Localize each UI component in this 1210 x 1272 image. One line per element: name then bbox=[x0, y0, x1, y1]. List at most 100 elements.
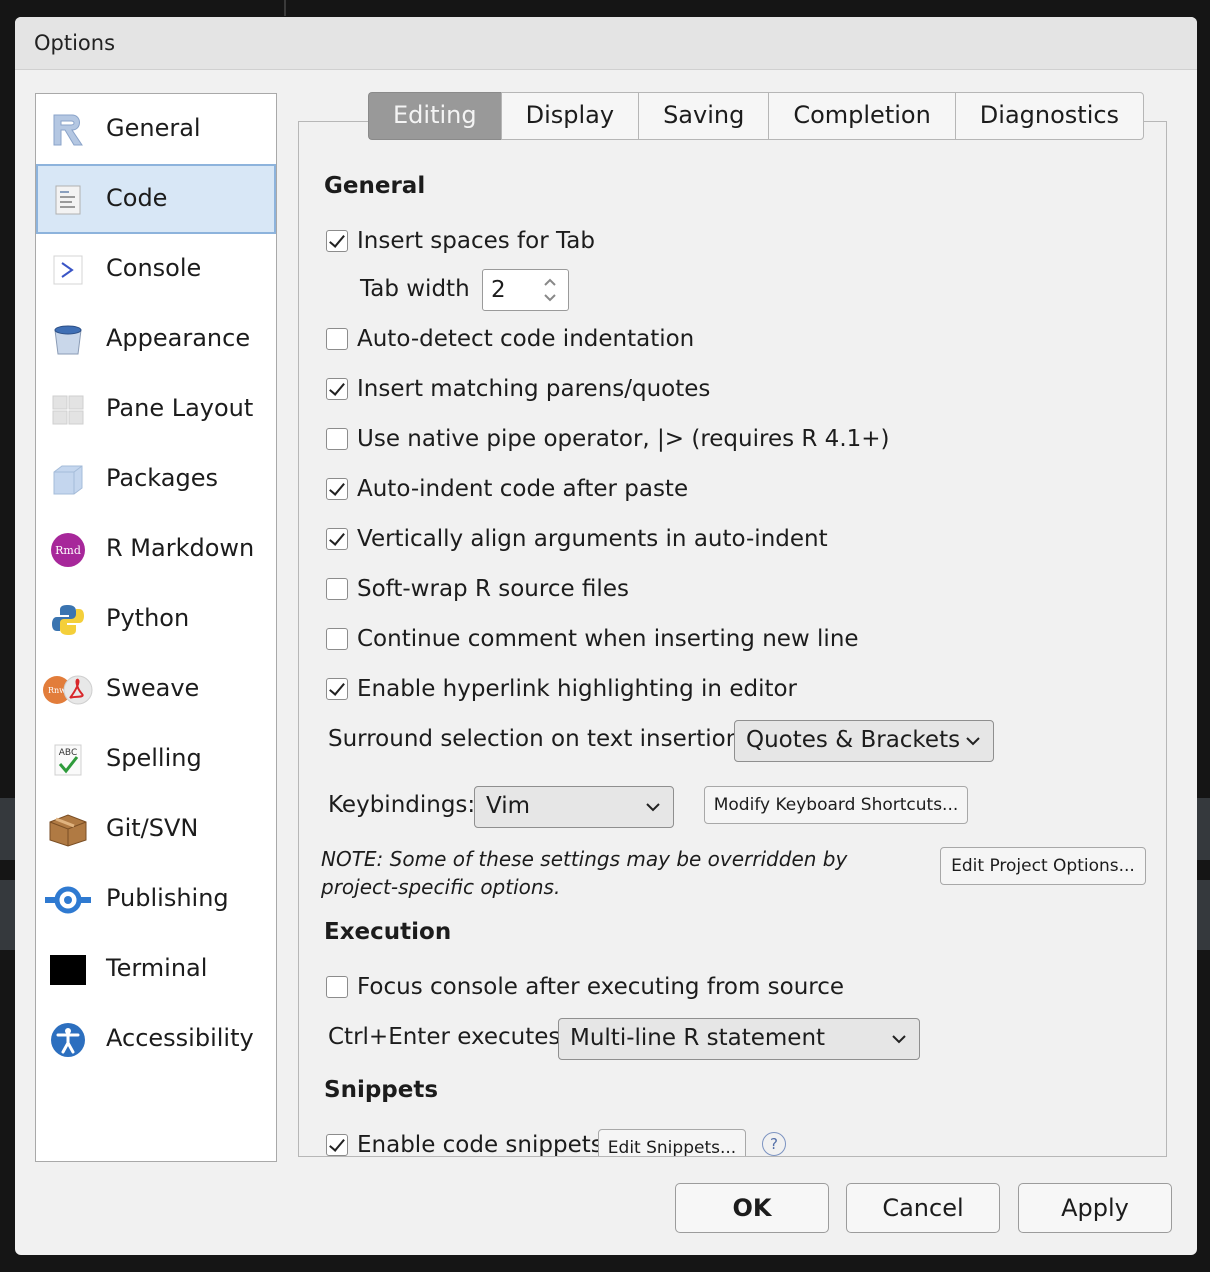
tab-editing[interactable]: Editing bbox=[368, 92, 501, 140]
terminal-icon bbox=[50, 955, 86, 985]
paint-bucket-icon bbox=[54, 325, 82, 355]
auto-detect-label: Auto-detect code indentation bbox=[357, 326, 695, 352]
focus-console-checkbox[interactable] bbox=[326, 976, 348, 998]
background-app-panel bbox=[1196, 880, 1210, 950]
continue-comment-checkbox-row[interactable]: Continue comment when inserting new line bbox=[326, 624, 859, 654]
enable-snippets-checkbox[interactable] bbox=[326, 1134, 348, 1156]
svg-text:Rmd: Rmd bbox=[55, 544, 81, 557]
r-logo-icon bbox=[53, 114, 83, 146]
sidebar-item-terminal[interactable]: Terminal bbox=[36, 934, 276, 1004]
dialog-titlebar[interactable]: Options bbox=[15, 17, 1197, 70]
tab-display[interactable]: Display bbox=[500, 92, 639, 140]
options-dialog: Options General Code Console Appearance … bbox=[15, 17, 1197, 1255]
keybindings-value: Vim bbox=[486, 793, 531, 819]
edit-snippets-button[interactable]: Edit Snippets... bbox=[598, 1129, 746, 1156]
surround-selection-label: Surround selection on text insertion: bbox=[328, 726, 749, 752]
help-icon[interactable]: ? bbox=[762, 1132, 786, 1156]
keybindings-select[interactable]: Vim bbox=[474, 786, 674, 828]
enable-snippets-checkbox-row[interactable]: Enable code snippets bbox=[326, 1130, 603, 1156]
sidebar-item-label: Appearance bbox=[106, 324, 251, 352]
background-app-panel bbox=[0, 880, 16, 950]
sidebar-item-label: Sweave bbox=[106, 674, 200, 702]
background-app-panel bbox=[1196, 798, 1210, 860]
native-pipe-checkbox[interactable] bbox=[326, 428, 348, 450]
svg-text:ABC: ABC bbox=[59, 748, 77, 758]
chevron-down-icon bbox=[966, 737, 980, 746]
sidebar-item-general[interactable]: General bbox=[36, 94, 276, 164]
auto-indent-checkbox[interactable] bbox=[326, 478, 348, 500]
insert-matching-checkbox-row[interactable]: Insert matching parens/quotes bbox=[326, 374, 710, 404]
insert-spaces-label: Insert spaces for Tab bbox=[357, 228, 595, 254]
sidebar-item-label: Packages bbox=[106, 464, 218, 492]
auto-indent-checkbox-row[interactable]: Auto-indent code after paste bbox=[326, 474, 688, 504]
options-sidebar: General Code Console Appearance Pane Lay… bbox=[35, 93, 277, 1162]
project-override-note: NOTE: Some of these settings may be over… bbox=[321, 847, 848, 899]
soft-wrap-checkbox[interactable] bbox=[326, 578, 348, 600]
auto-indent-label: Auto-indent code after paste bbox=[357, 476, 689, 502]
python-icon bbox=[52, 605, 84, 635]
ctrl-enter-value: Multi-line R statement bbox=[570, 1025, 826, 1051]
surround-selection-select[interactable]: Quotes & Brackets bbox=[734, 720, 994, 762]
vertical-align-checkbox-row[interactable]: Vertically align arguments in auto-inden… bbox=[326, 524, 828, 554]
sidebar-item-label: R Markdown bbox=[106, 534, 255, 562]
sidebar-item-python[interactable]: Python bbox=[36, 584, 276, 654]
hyperlink-label: Enable hyperlink highlighting in editor bbox=[357, 676, 797, 702]
tab-diagnostics[interactable]: Diagnostics bbox=[954, 92, 1145, 140]
ok-button[interactable]: OK bbox=[675, 1183, 829, 1233]
sidebar-item-label: Spelling bbox=[106, 744, 202, 772]
section-title-snippets: Snippets bbox=[324, 1077, 439, 1103]
cancel-button[interactable]: Cancel bbox=[846, 1183, 1000, 1233]
ctrl-enter-label: Ctrl+Enter executes: bbox=[328, 1024, 569, 1050]
edit-project-options-button[interactable]: Edit Project Options... bbox=[940, 847, 1146, 885]
sweave-pdf-icon: Rnw bbox=[43, 675, 93, 705]
sidebar-item-accessibility[interactable]: Accessibility bbox=[36, 1004, 276, 1074]
tab-width-stepper[interactable]: 2 bbox=[482, 269, 569, 311]
insert-spaces-checkbox-row[interactable]: Insert spaces for Tab bbox=[326, 226, 595, 256]
hyperlink-checkbox[interactable] bbox=[326, 678, 348, 700]
tab-saving[interactable]: Saving bbox=[638, 92, 769, 140]
accessibility-icon bbox=[51, 1023, 85, 1057]
apply-button[interactable]: Apply bbox=[1018, 1183, 1172, 1233]
background-app-divider bbox=[284, 0, 286, 16]
sidebar-item-r-markdown[interactable]: Rmd R Markdown bbox=[36, 514, 276, 584]
sidebar-item-console[interactable]: Console bbox=[36, 234, 276, 304]
sidebar-item-packages[interactable]: Packages bbox=[36, 444, 276, 514]
sidebar-item-sweave[interactable]: Rnw Sweave bbox=[36, 654, 276, 724]
surround-selection-value: Quotes & Brackets bbox=[746, 727, 961, 753]
package-box-icon bbox=[53, 465, 83, 495]
sidebar-item-git-svn[interactable]: Git/SVN bbox=[36, 794, 276, 864]
ctrl-enter-select[interactable]: Multi-line R statement bbox=[558, 1018, 920, 1060]
vertical-align-checkbox[interactable] bbox=[326, 528, 348, 550]
auto-detect-checkbox-row[interactable]: Auto-detect code indentation bbox=[326, 324, 694, 354]
sidebar-item-label: Accessibility bbox=[106, 1024, 254, 1052]
background-app-panel bbox=[0, 798, 16, 860]
sidebar-item-appearance[interactable]: Appearance bbox=[36, 304, 276, 374]
tab-bar: Editing Display Saving Completion Diagno… bbox=[368, 92, 1145, 142]
sidebar-item-pane-layout[interactable]: Pane Layout bbox=[36, 374, 276, 444]
hyperlink-checkbox-row[interactable]: Enable hyperlink highlighting in editor bbox=[326, 674, 797, 704]
chevron-down-icon bbox=[646, 803, 660, 812]
svg-text:Rnw: Rnw bbox=[48, 686, 66, 695]
insert-spaces-checkbox[interactable] bbox=[326, 230, 348, 252]
sidebar-item-spelling[interactable]: ABC Spelling bbox=[36, 724, 276, 794]
auto-detect-checkbox[interactable] bbox=[326, 328, 348, 350]
publishing-icon bbox=[45, 886, 91, 914]
vertical-align-label: Vertically align arguments in auto-inden… bbox=[357, 526, 828, 552]
insert-matching-checkbox[interactable] bbox=[326, 378, 348, 400]
focus-console-label: Focus console after executing from sourc… bbox=[357, 974, 845, 1000]
sidebar-item-code[interactable]: Code bbox=[36, 164, 276, 234]
continue-comment-label: Continue comment when inserting new line bbox=[357, 626, 859, 652]
section-title-general: General bbox=[324, 173, 426, 199]
sidebar-item-publishing[interactable]: Publishing bbox=[36, 864, 276, 934]
tab-completion[interactable]: Completion bbox=[768, 92, 955, 140]
sidebar-item-label: Publishing bbox=[106, 884, 229, 912]
native-pipe-checkbox-row[interactable]: Use native pipe operator, |> (requires R… bbox=[326, 424, 890, 454]
sidebar-item-label: Terminal bbox=[106, 954, 208, 982]
sidebar-item-label: Console bbox=[106, 254, 202, 282]
pane-layout-icon bbox=[52, 395, 84, 425]
modify-keyboard-shortcuts-button[interactable]: Modify Keyboard Shortcuts... bbox=[704, 786, 968, 824]
soft-wrap-checkbox-row[interactable]: Soft-wrap R source files bbox=[326, 574, 629, 604]
continue-comment-checkbox[interactable] bbox=[326, 628, 348, 650]
focus-console-checkbox-row[interactable]: Focus console after executing from sourc… bbox=[326, 972, 844, 1002]
stepper-arrows-icon[interactable] bbox=[540, 272, 560, 308]
